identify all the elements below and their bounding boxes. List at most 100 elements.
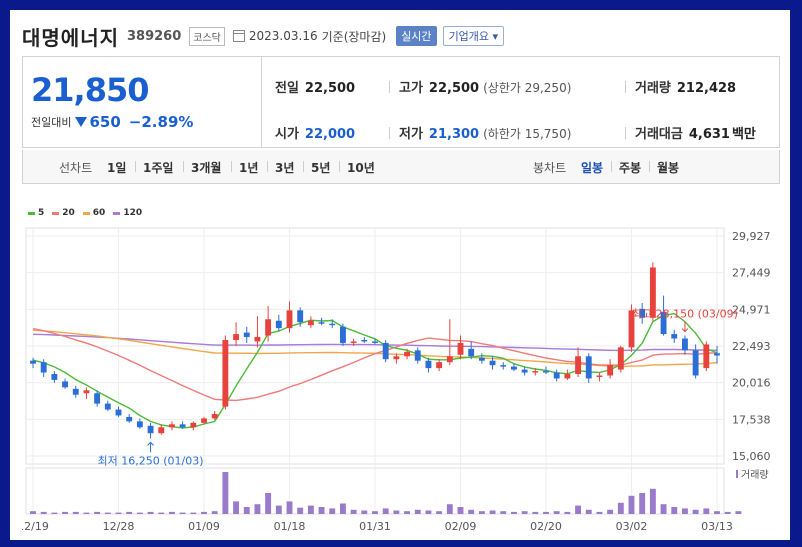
volume-bar: [222, 472, 229, 514]
candle-body: [104, 403, 111, 410]
volume-bar: [104, 512, 111, 514]
volume-bar: [543, 511, 549, 514]
candle-body: [500, 365, 507, 367]
volume-bar: [265, 493, 272, 514]
open-value: 22,000: [304, 127, 356, 142]
amount-value: 4,631: [688, 127, 730, 142]
volume-bar: [436, 511, 443, 514]
tab-3m[interactable]: 3개월: [191, 159, 221, 176]
volume-bar: [425, 510, 432, 514]
candle-body: [158, 427, 165, 434]
base-date: 2023.03.16: [248, 29, 318, 43]
tab-weekly[interactable]: 주봉: [619, 159, 641, 176]
y-tick-label: 20,016: [732, 377, 771, 390]
stock-header: 대명에너지 389260 코스닥 2023.03.16 기준(장마감) 실시간 …: [22, 18, 505, 54]
candle-body: [126, 416, 133, 422]
volume-bar: [115, 512, 122, 514]
volume-bar: [51, 512, 58, 514]
volume-bar: [692, 509, 699, 514]
lower-limit: (하한가 15,750): [483, 127, 572, 141]
amount-unit: 백만: [731, 127, 756, 142]
candle-body: [286, 310, 293, 329]
candle-body: [414, 350, 421, 361]
volume-bar: [372, 511, 378, 514]
volume-bar: [179, 512, 186, 514]
volume-bar: [735, 511, 742, 514]
realtime-button[interactable]: 실시간: [396, 26, 437, 46]
volume-bar: [585, 509, 592, 514]
volume-value: 212,428: [676, 81, 737, 96]
candle-body: [265, 319, 272, 336]
candle-body: [446, 356, 453, 363]
candle-body: [436, 362, 443, 369]
calendar-icon: [232, 30, 245, 42]
candle-body: [372, 341, 378, 343]
line-chart-label: 선차트: [59, 161, 93, 175]
tab-daily[interactable]: 일봉: [581, 159, 603, 176]
volume-bar: [40, 511, 47, 514]
candle-body: [30, 360, 36, 364]
tab-1y[interactable]: 1년: [239, 159, 258, 176]
candle-body: [168, 424, 175, 428]
y-tick-label: 27,449: [732, 267, 771, 280]
volume-bar: [724, 511, 731, 514]
base-suffix: 기준(장마감): [321, 29, 387, 44]
company-overview-button[interactable]: 기업개요 ▾: [442, 26, 505, 46]
volume-legend-label: 거래량: [741, 469, 769, 481]
candle-body: [585, 356, 592, 379]
volume-bar: [147, 511, 154, 514]
x-tick-label: 03/13: [701, 520, 733, 533]
tab-1w[interactable]: 1주일: [143, 159, 173, 176]
volume-bar: [521, 511, 528, 514]
volume-bar: [489, 510, 496, 514]
candle-body: [318, 322, 325, 324]
volume-bar: [158, 512, 165, 514]
candle-body: [692, 350, 699, 376]
volume-bar: [649, 488, 656, 514]
tab-sep: [183, 161, 184, 172]
candle-body: [382, 342, 389, 360]
price-chart[interactable]: 29,92727,44924,97122,49320,01617,53815,0…: [22, 186, 780, 540]
y-tick-label: 17,538: [732, 413, 771, 426]
volume-bar: [703, 508, 710, 514]
tab-monthly[interactable]: 월봉: [657, 159, 679, 176]
candle-chart-label: 봉차트: [533, 161, 567, 175]
tab-sep: [303, 161, 304, 172]
high-label: 고가: [399, 81, 423, 96]
change-label: 전일대비: [31, 116, 72, 129]
candle-body: [350, 341, 357, 343]
tab-10y[interactable]: 10년: [347, 159, 375, 176]
low-annotation: 최저 16,250 (01/03): [98, 454, 204, 467]
volume-bar: [564, 511, 571, 514]
volume-bar: [628, 495, 635, 514]
candle-body: [115, 409, 122, 416]
high-annotation: 최고 28,150 (03/09): [632, 308, 738, 321]
tab-1d[interactable]: 1일: [107, 159, 126, 176]
candle-body: [404, 351, 411, 357]
candle-body: [521, 369, 528, 373]
tab-5y[interactable]: 5년: [311, 159, 330, 176]
volume-bar: [286, 501, 293, 514]
candle-body: [147, 425, 154, 434]
candle-body: [254, 337, 261, 342]
volume-bar: [382, 508, 389, 514]
candle-body: [62, 381, 69, 388]
x-tick-label: 01/31: [359, 520, 391, 533]
candle-body: [617, 347, 624, 370]
tab-sep: [611, 161, 612, 172]
volume-bar: [211, 511, 218, 514]
candle-body: [596, 375, 603, 377]
amount-label: 거래대금: [635, 127, 683, 142]
tab-3y[interactable]: 3년: [275, 159, 294, 176]
volume-bar: [233, 501, 240, 514]
candle-body: [671, 334, 678, 339]
low-label: 저가: [399, 127, 423, 142]
volume-bar: [660, 504, 667, 514]
candle-body: [190, 422, 197, 428]
candle-body: [468, 348, 475, 357]
volume-bar: [500, 511, 507, 514]
open-price: 시가 22,000: [275, 123, 355, 142]
volume-bar: [297, 507, 304, 514]
candle-body: [72, 388, 79, 395]
volume-bar: [714, 511, 720, 514]
